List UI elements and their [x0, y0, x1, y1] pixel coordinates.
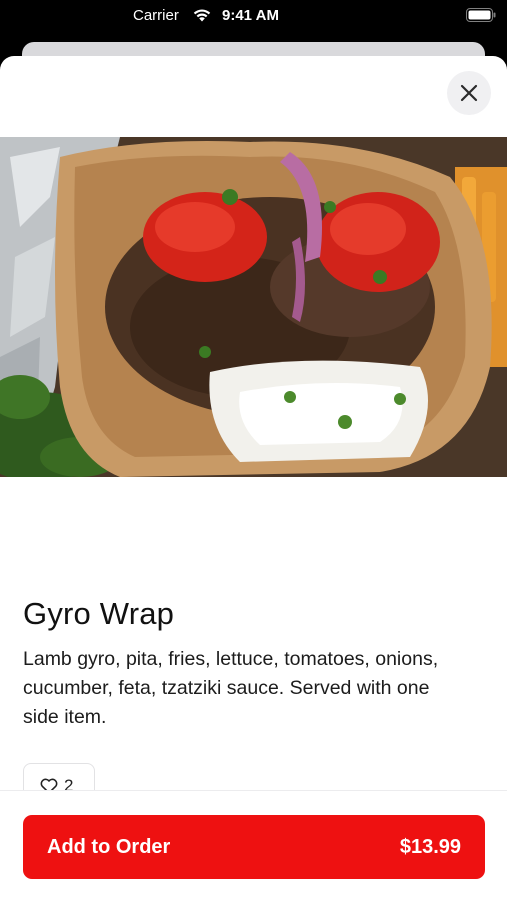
- item-photo: [0, 137, 507, 477]
- gyro-photo-illustration: [0, 137, 507, 477]
- carrier-label: Carrier: [133, 7, 179, 24]
- wifi-icon: [193, 9, 211, 22]
- add-to-order-button[interactable]: Add to Order $13.99: [23, 815, 485, 879]
- clock-time: 9:41 AM: [222, 7, 279, 24]
- close-button[interactable]: [447, 71, 491, 115]
- order-footer: Add to Order $13.99: [0, 790, 507, 900]
- item-description: Lamb gyro, pita, fries, lettuce, tomatoe…: [23, 648, 439, 728]
- status-bar: Carrier 9:41 AM: [0, 0, 507, 32]
- add-to-order-label: Add to Order: [47, 835, 171, 858]
- close-icon: [460, 84, 478, 102]
- battery-icon: [466, 8, 496, 22]
- item-detail-sheet: Gyro Wrap Lamb gyro, pita, fries, lettuc…: [0, 56, 507, 900]
- item-price: $13.99: [399, 835, 461, 858]
- item-title: Gyro Wrap: [23, 596, 175, 631]
- phone-screen: Carrier 9:41 AM Gyro Wrap Lamb gyro, pit…: [0, 0, 507, 900]
